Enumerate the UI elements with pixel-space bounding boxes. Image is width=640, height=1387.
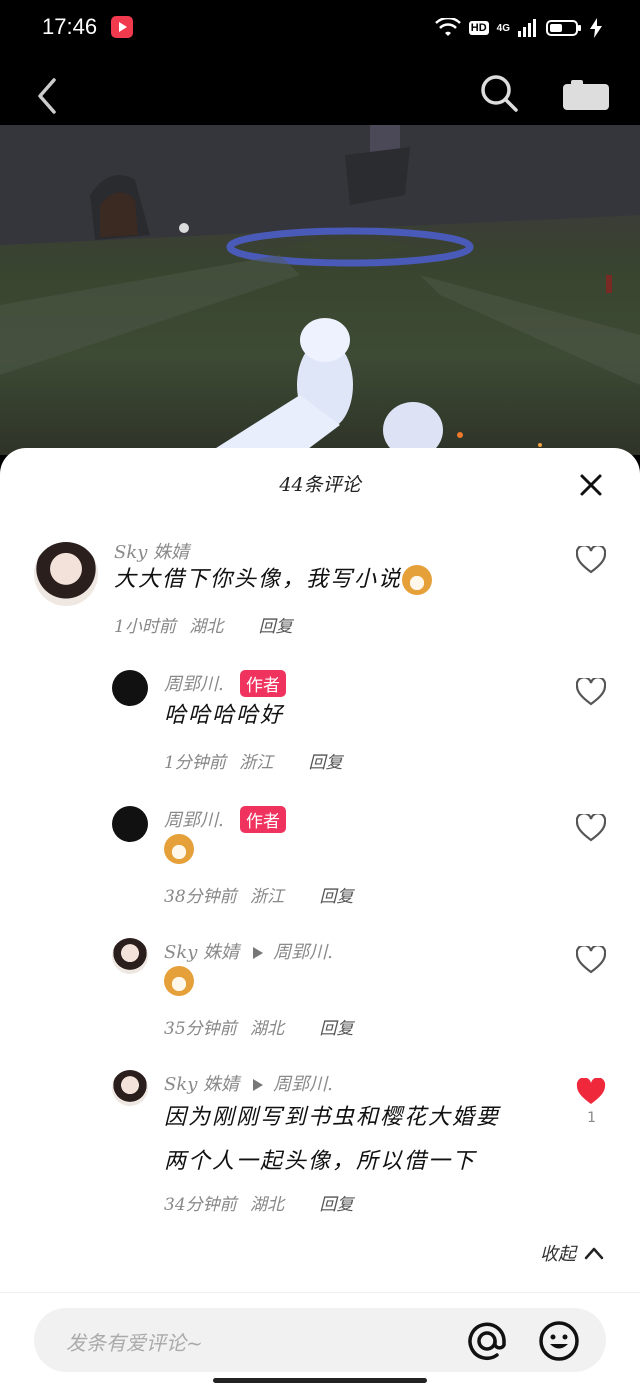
- heart-icon[interactable]: [576, 946, 606, 974]
- comment-time: 38分钟前: [164, 887, 237, 907]
- comment-username[interactable]: 周郢川.: [164, 670, 224, 696]
- divider: [0, 1292, 640, 1293]
- comment-username[interactable]: 周郢川.: [164, 806, 224, 832]
- status-bar: 17:46 HD 4G: [0, 0, 640, 58]
- author-badge: 作者: [240, 670, 286, 697]
- reply-to-arrow-icon: [253, 947, 264, 959]
- signal-icon: [518, 19, 536, 37]
- comment-emoji: [164, 966, 194, 996]
- reply-target-username[interactable]: 周郢川.: [273, 942, 333, 963]
- author-badge: 作者: [240, 806, 286, 833]
- comment-meta: 35分钟前 湖北 回复: [164, 1014, 353, 1039]
- collapse-button[interactable]: 收起: [540, 1240, 604, 1266]
- page: 17:46 HD 4G 44条评论 Sky 姝婧 大大借下你头像，我写小说 1小…: [0, 0, 640, 1387]
- comment-text-line: 因为刚刚写到书虫和樱花大婚要: [164, 1105, 501, 1130]
- status-time: 17:46: [42, 14, 98, 39]
- wifi-icon: [434, 18, 461, 36]
- video-player[interactable]: [0, 125, 640, 455]
- comment-time: 1小时前: [114, 617, 176, 637]
- comment-time: 34分钟前: [164, 1195, 237, 1215]
- comment-username: Sky 姝婧 周郢川.: [164, 938, 333, 964]
- comment-count-title: 44条评论: [279, 474, 361, 496]
- comment-item: Sky 姝婧 大大借下你头像，我写小说 1小时前 湖北 回复: [0, 538, 640, 648]
- top-nav: [0, 60, 640, 130]
- reply-username[interactable]: Sky 姝婧: [164, 942, 239, 963]
- comment-text-line: 两个人一起头像，所以借一下: [164, 1149, 477, 1174]
- comment-username: Sky 姝婧 周郢川.: [164, 1070, 333, 1096]
- emoji-icon[interactable]: [538, 1320, 580, 1362]
- battery-icon: [546, 20, 581, 36]
- comment-location: 湖北: [189, 617, 224, 637]
- hd-icon: HD: [468, 21, 489, 35]
- comment-sheet: 44条评论 Sky 姝婧 大大借下你头像，我写小说 1小时前 湖北 回复 周郢川…: [0, 448, 640, 1387]
- mention-icon[interactable]: [466, 1320, 508, 1362]
- network-type: 4G: [496, 22, 510, 34]
- doge-emoji-icon: [164, 834, 194, 864]
- doge-emoji-icon: [402, 565, 433, 595]
- comment-text: 因为刚刚写到书虫和樱花大婚要 两个人一起头像，所以借一下: [164, 1096, 500, 1184]
- comment-time: 1分钟前: [164, 753, 226, 773]
- reply-to-arrow-icon: [253, 1079, 264, 1091]
- heart-icon[interactable]: [576, 814, 606, 842]
- close-icon[interactable]: [578, 472, 604, 498]
- avatar[interactable]: [112, 938, 148, 974]
- comment-location: 浙江: [250, 887, 285, 907]
- comment-emoji: [164, 834, 194, 864]
- heart-filled-icon[interactable]: [576, 1078, 606, 1106]
- comment-meta: 38分钟前 浙江 回复: [164, 882, 353, 907]
- reply-target-username[interactable]: 周郢川.: [273, 1074, 333, 1095]
- status-indicators: HD 4G: [434, 16, 602, 40]
- game-scene-image: [0, 125, 640, 455]
- comment-location: 湖北: [250, 1195, 285, 1215]
- reply-button[interactable]: 回复: [319, 1019, 353, 1039]
- reply-item: 周郢川. 作者 哈哈哈哈好 1分钟前 浙江 回复: [0, 670, 640, 790]
- heart-icon[interactable]: [576, 546, 606, 574]
- comment-text: 哈哈哈哈好: [164, 703, 285, 728]
- comment-meta: 34分钟前 湖北 回复: [164, 1190, 353, 1215]
- comment-meta: 1小时前 湖北 回复: [114, 612, 293, 637]
- chevron-up-icon: [584, 1247, 604, 1260]
- back-arrow-icon[interactable]: [30, 76, 64, 116]
- reply-button[interactable]: 回复: [319, 1195, 353, 1215]
- comment-text-content: 大大借下你头像，我写小说: [114, 567, 403, 592]
- reply-button[interactable]: 回复: [319, 887, 353, 907]
- comment-time: 35分钟前: [164, 1019, 237, 1039]
- comment-input[interactable]: 发条有爱评论~: [34, 1308, 606, 1372]
- reply-username[interactable]: Sky 姝婧: [164, 1074, 239, 1095]
- reply-button[interactable]: 回复: [259, 617, 293, 637]
- comment-text: 大大借下你头像，我写小说: [114, 558, 433, 602]
- charging-icon: [590, 18, 602, 38]
- avatar[interactable]: [112, 1070, 148, 1106]
- search-icon[interactable]: [478, 72, 520, 114]
- reply-item: Sky 姝婧 周郢川. 因为刚刚写到书虫和樱花大婚要 两个人一起头像，所以借一下 …: [0, 1070, 640, 1230]
- reply-button[interactable]: 回复: [309, 753, 343, 773]
- doge-emoji-icon: [164, 966, 194, 996]
- comment-location: 湖北: [250, 1019, 285, 1039]
- camera-icon[interactable]: [563, 80, 609, 112]
- reply-item: Sky 姝婧 周郢川. 35分钟前 湖北 回复: [0, 938, 640, 1058]
- home-indicator: [213, 1378, 427, 1383]
- app-notification-icon: [111, 16, 133, 38]
- heart-icon[interactable]: [576, 678, 606, 706]
- comment-meta: 1分钟前 浙江 回复: [164, 748, 343, 773]
- comment-location: 浙江: [239, 753, 274, 773]
- avatar[interactable]: [34, 542, 98, 606]
- reply-item: 周郢川. 作者 38分钟前 浙江 回复: [0, 806, 640, 926]
- collapse-label: 收起: [540, 1244, 576, 1265]
- like-count: 1: [587, 1110, 596, 1126]
- comment-input-placeholder: 发条有爱评论~: [66, 1331, 203, 1355]
- avatar[interactable]: [112, 806, 148, 842]
- avatar[interactable]: [112, 670, 148, 706]
